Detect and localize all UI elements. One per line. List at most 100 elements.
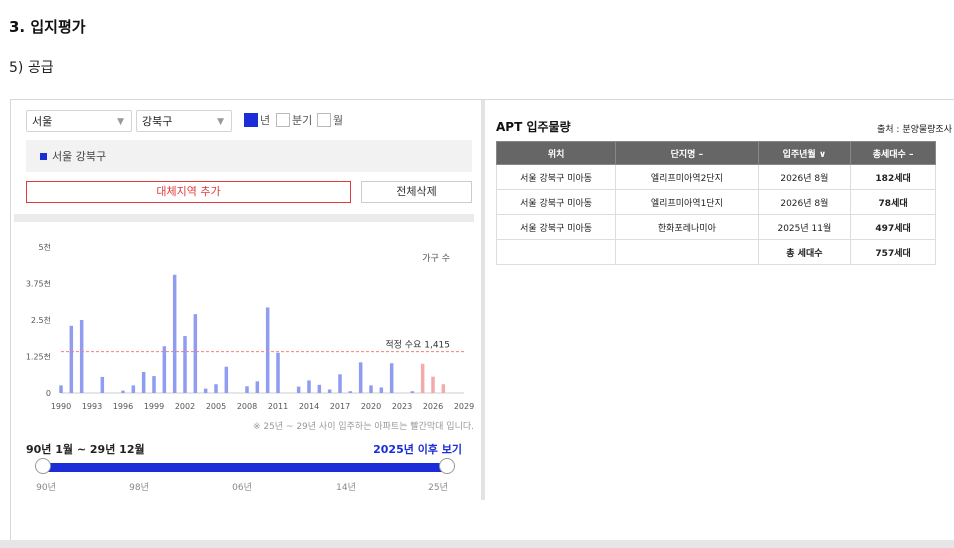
chart-bar bbox=[358, 362, 363, 393]
x-tick-label: 2014 bbox=[299, 402, 319, 411]
period-month-checkbox[interactable] bbox=[317, 113, 331, 127]
chart-bar bbox=[131, 385, 136, 393]
x-tick-label: 2002 bbox=[175, 402, 195, 411]
chart-bar bbox=[338, 374, 342, 393]
city-select[interactable]: 서울 ▼ bbox=[26, 110, 132, 132]
section-heading: 3. 입지평가 bbox=[9, 18, 86, 36]
chart-bar bbox=[162, 346, 167, 393]
cell-total-units: 78세대 bbox=[850, 189, 936, 215]
add-region-button[interactable]: 대체지역 추가 bbox=[26, 181, 351, 203]
table-row: 서울 강북구 미아동 한화포레나미아 2025년 11월 497세대 bbox=[495, 214, 936, 240]
chart-bar bbox=[79, 320, 84, 393]
chart-bar bbox=[265, 307, 270, 393]
total-units: 757세대 bbox=[850, 239, 936, 265]
chart-bar bbox=[59, 385, 63, 393]
reference-line-label: 적정 수요 1,415 bbox=[385, 339, 450, 351]
selected-region-label: 서울 강북구 bbox=[52, 150, 107, 163]
chart-bar bbox=[307, 380, 311, 393]
column-header-location: 위치 bbox=[495, 141, 617, 165]
chevron-down-icon: ▼ bbox=[217, 117, 224, 127]
table-row: 서울 강북구 미아동 엘리프미아역2단지 2026년 8월 182세대 bbox=[495, 164, 936, 190]
column-header-total-units[interactable]: 총세대수 – bbox=[850, 141, 936, 165]
chart-bar bbox=[348, 391, 353, 393]
chart-bar bbox=[327, 389, 332, 393]
chart-bar bbox=[441, 384, 446, 393]
cell-location: 서울 강북구 미아동 bbox=[495, 164, 617, 190]
chart-bar bbox=[317, 384, 322, 393]
range-label: 90년 1월 ~ 29년 12월 bbox=[26, 443, 145, 456]
cell-complex bbox=[615, 239, 759, 265]
chart-bar bbox=[276, 352, 280, 393]
chart-bar bbox=[183, 336, 187, 393]
column-header-complex[interactable]: 단지명 – bbox=[615, 141, 759, 165]
cell-complex: 한화포레나미아 bbox=[615, 214, 759, 240]
supply-bar-chart: 0 1.25천 2.5천 3.75천 5천 1990 1993 1996 1999 2002 200… bbox=[26, 242, 474, 411]
cell-move-in-date: 2026년 8월 bbox=[757, 189, 852, 215]
cell-location bbox=[495, 239, 617, 265]
chart-bar bbox=[224, 366, 229, 393]
chart-note: ※ 25년 ~ 29년 사이 입주하는 아파트는 빨간막대 입니다. bbox=[252, 422, 474, 432]
chart-bar bbox=[420, 363, 425, 393]
city-select-value: 서울 bbox=[32, 115, 53, 128]
chart-bar bbox=[369, 385, 373, 393]
apt-source: 출처 : 분양물량조사 bbox=[877, 125, 952, 135]
range-slider-start-handle[interactable] bbox=[35, 458, 51, 474]
chart-bar bbox=[389, 363, 394, 393]
selected-region-item: 서울 강북구 bbox=[26, 140, 472, 172]
subsection-heading: 5) 공급 bbox=[9, 60, 54, 76]
slider-tick: 25년 bbox=[428, 483, 448, 493]
cell-move-in-date: 2026년 8월 bbox=[757, 164, 852, 190]
x-tick-label: 1993 bbox=[82, 402, 102, 411]
period-year-checkbox[interactable] bbox=[244, 113, 258, 127]
total-label: 총 세대수 bbox=[757, 239, 852, 265]
cell-complex: 엘리프미아역1단지 bbox=[615, 189, 759, 215]
chart-bar bbox=[100, 376, 105, 393]
y-tick-label: 5천 bbox=[39, 242, 51, 252]
delete-all-button[interactable]: 전체삭제 bbox=[361, 181, 472, 203]
x-tick-label: 2023 bbox=[392, 402, 412, 411]
view-after-2025-link[interactable]: 2025년 이후 보기 bbox=[373, 441, 462, 457]
chart-bar bbox=[193, 314, 198, 393]
supply-chart-panel: 서울 ▼ 강북구 ▼ 년 분기 월 서울 강북구 대체지역 추가 전체삭제 01… bbox=[14, 103, 474, 533]
range-slider-track[interactable] bbox=[42, 463, 447, 472]
section-separator bbox=[14, 214, 474, 222]
x-tick-label: 2005 bbox=[206, 402, 226, 411]
chart-bar bbox=[152, 376, 156, 393]
district-select[interactable]: 강북구 ▼ bbox=[136, 110, 232, 132]
chart-bar bbox=[431, 376, 435, 393]
chart-bar bbox=[69, 325, 74, 393]
y-tick-label: 2.5천 bbox=[31, 315, 51, 325]
x-tick-label: 2026 bbox=[423, 402, 443, 411]
column-header-move-in-date[interactable]: 입주년월 ∨ bbox=[757, 141, 852, 165]
x-tick-label: 2017 bbox=[330, 402, 350, 411]
chart-bar bbox=[245, 386, 249, 393]
bottom-scroll-area bbox=[0, 540, 954, 548]
cell-total-units: 182세대 bbox=[850, 164, 936, 190]
period-quarter-label: 분기 bbox=[292, 114, 313, 127]
chart-bar bbox=[141, 371, 146, 393]
slider-tick: 98년 bbox=[129, 483, 149, 493]
cell-complex: 엘리프미아역2단지 bbox=[615, 164, 759, 190]
y-tick-label: 0 bbox=[46, 389, 51, 398]
apt-table: 위치 단지명 – 입주년월 ∨ 총세대수 – 서울 강북구 미아동 엘리프미아역… bbox=[495, 141, 936, 265]
table-total-row: 총 세대수 757세대 bbox=[495, 239, 936, 265]
district-select-value: 강북구 bbox=[142, 115, 173, 128]
period-quarter-checkbox[interactable] bbox=[276, 113, 290, 127]
table-row: 서울 강북구 미아동 엘리프미아역1단지 2026년 8월 78세대 bbox=[495, 189, 936, 215]
cell-location: 서울 강북구 미아동 bbox=[495, 214, 617, 240]
chart-bar bbox=[172, 274, 177, 393]
slider-tick: 14년 bbox=[336, 483, 356, 493]
cell-total-units: 497세대 bbox=[850, 214, 936, 240]
range-slider-end-handle[interactable] bbox=[439, 458, 455, 474]
x-tick-label: 2011 bbox=[268, 402, 288, 411]
x-tick-label: 1990 bbox=[51, 402, 71, 411]
y-tick-label: 1.25천 bbox=[26, 352, 51, 362]
slider-tick: 90년 bbox=[36, 483, 56, 493]
x-tick-label: 2008 bbox=[237, 402, 257, 411]
cell-location: 서울 강북구 미아동 bbox=[495, 189, 617, 215]
chart-bar bbox=[214, 384, 218, 393]
chart-bar bbox=[255, 381, 260, 393]
apt-title: APT 입주물량 bbox=[496, 120, 571, 134]
y-unit-label: 가구 수 bbox=[422, 253, 450, 264]
chevron-down-icon: ▼ bbox=[117, 117, 124, 127]
